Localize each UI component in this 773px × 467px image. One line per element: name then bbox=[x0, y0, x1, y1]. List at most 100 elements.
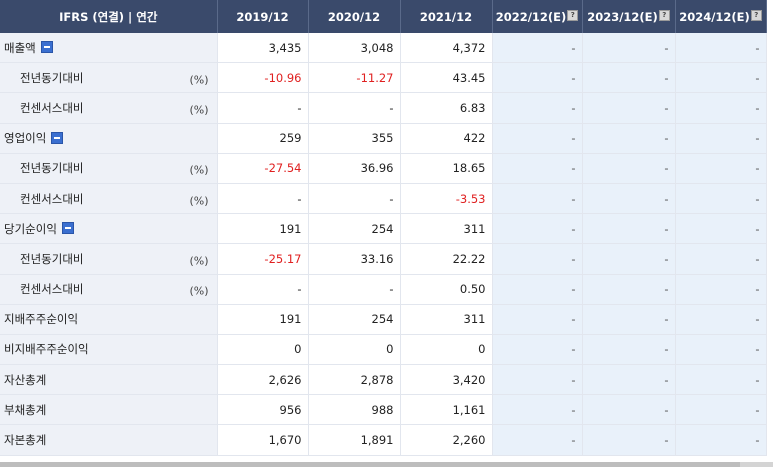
value-cell: 2,878 bbox=[308, 364, 401, 396]
column-header-2021: 2021/12 bbox=[400, 0, 493, 33]
table-row: 자본총계 1,670 1,891 2,260- - - bbox=[0, 424, 767, 456]
value-cell: 3,435 bbox=[217, 33, 309, 64]
row-label: 당기순이익 bbox=[4, 221, 57, 236]
help-icon[interactable]: ? bbox=[750, 9, 762, 21]
value-cell: - bbox=[308, 92, 401, 124]
horizontal-scrollbar[interactable] bbox=[0, 462, 773, 467]
row-label: 전년동기대비 bbox=[20, 251, 84, 266]
estimate-value-cell: - bbox=[675, 153, 767, 184]
column-header-2023e: 2023/12(E)? bbox=[582, 0, 676, 33]
value-cell: 191 bbox=[217, 213, 309, 245]
estimate-value-cell: - bbox=[492, 153, 583, 184]
value-cell: -27.54 bbox=[217, 153, 309, 184]
table-row: 전년동기대비 (%) -10.96 -11.27 43.45- - - bbox=[0, 62, 767, 94]
estimate-value-cell: - bbox=[582, 123, 676, 154]
value-cell: 33.16 bbox=[308, 243, 401, 275]
value-cell: -11.27 bbox=[308, 62, 401, 94]
table-row: 당기순이익 191 254 311- - - bbox=[0, 213, 767, 245]
collapse-icon[interactable] bbox=[51, 131, 64, 144]
value-cell: 2,626 bbox=[217, 364, 309, 396]
table-row: 부채총계 956 988 1,161- - - bbox=[0, 394, 767, 426]
help-icon[interactable]: ? bbox=[658, 9, 670, 21]
value-cell: 18.65 bbox=[400, 153, 493, 184]
collapse-icon[interactable] bbox=[40, 41, 53, 54]
estimate-value-cell: - bbox=[675, 424, 767, 456]
estimate-value-cell: - bbox=[675, 33, 767, 64]
row-label-cell: 전년동기대비 (%) bbox=[0, 243, 218, 275]
scrollbar-thumb[interactable] bbox=[0, 462, 740, 467]
column-header-2024e: 2024/12(E)? bbox=[675, 0, 767, 33]
header-row: IFRS (연결) | 연간 2019/12 2020/12 2021/12 2… bbox=[0, 0, 767, 33]
value-cell: 22.22 bbox=[400, 243, 493, 275]
value-cell: 254 bbox=[308, 213, 401, 245]
value-cell: - bbox=[217, 92, 309, 124]
value-cell: 43.45 bbox=[400, 62, 493, 94]
value-cell: 988 bbox=[308, 394, 401, 426]
estimate-value-cell: - bbox=[675, 123, 767, 154]
row-label-cell: 컨센서스대비 (%) bbox=[0, 183, 218, 215]
table-row: 컨센서스대비 (%) - -0.50- - - bbox=[0, 274, 767, 305]
estimate-value-cell: - bbox=[582, 213, 676, 245]
estimate-value-cell: - bbox=[582, 243, 676, 275]
unit-label: (%) bbox=[189, 284, 209, 298]
row-label-cell: 자산총계 bbox=[0, 364, 218, 396]
collapse-icon[interactable] bbox=[61, 222, 74, 235]
table-row: 컨센서스대비 (%) - -6.83- - - bbox=[0, 92, 767, 124]
estimate-value-cell: - bbox=[675, 183, 767, 215]
estimate-value-cell: - bbox=[582, 334, 676, 366]
estimate-value-cell: - bbox=[582, 62, 676, 94]
value-cell: - bbox=[308, 274, 401, 305]
value-cell: 1,161 bbox=[400, 394, 493, 426]
column-header-2020: 2020/12 bbox=[308, 0, 401, 33]
value-cell: 0 bbox=[400, 334, 493, 366]
estimate-value-cell: - bbox=[492, 183, 583, 215]
row-label-cell: 컨센서스대비 (%) bbox=[0, 92, 218, 124]
estimate-value-cell: - bbox=[492, 364, 583, 396]
estimate-value-cell: - bbox=[675, 334, 767, 366]
row-label: 컨센서스대비 bbox=[20, 100, 84, 115]
help-icon[interactable]: ? bbox=[567, 9, 579, 21]
estimate-value-cell: - bbox=[492, 424, 583, 456]
estimate-value-cell: - bbox=[492, 213, 583, 245]
estimate-value-cell: - bbox=[492, 33, 583, 64]
value-cell: - bbox=[217, 183, 309, 215]
table-row: 전년동기대비 (%) -25.17 33.16 22.22- - - bbox=[0, 243, 767, 275]
estimate-value-cell: - bbox=[675, 62, 767, 94]
value-cell: 0.50 bbox=[400, 274, 493, 305]
value-cell: 0 bbox=[217, 334, 309, 366]
row-label-cell: 자본총계 bbox=[0, 424, 218, 456]
table-row: 영업이익 259 355 422- - - bbox=[0, 123, 767, 154]
value-cell: 3,420 bbox=[400, 364, 493, 396]
row-label-cell: 당기순이익 bbox=[0, 213, 218, 245]
table-row: 매출액 3,435 3,048 4,372- - - bbox=[0, 33, 767, 64]
value-cell: 0 bbox=[308, 334, 401, 366]
row-label-cell: 영업이익 bbox=[0, 123, 218, 154]
value-cell: 259 bbox=[217, 123, 309, 154]
estimate-value-cell: - bbox=[582, 394, 676, 426]
row-label: 자산총계 bbox=[4, 372, 47, 387]
unit-label: (%) bbox=[189, 254, 209, 268]
estimate-value-cell: - bbox=[675, 92, 767, 124]
value-cell: 254 bbox=[308, 304, 401, 335]
value-cell: 191 bbox=[217, 304, 309, 335]
value-cell: 1,891 bbox=[308, 424, 401, 456]
estimate-value-cell: - bbox=[582, 92, 676, 124]
column-header-2019: 2019/12 bbox=[217, 0, 309, 33]
period-type-header: IFRS (연결) | 연간 bbox=[0, 0, 218, 33]
row-label: 자본총계 bbox=[4, 433, 47, 448]
value-cell: 355 bbox=[308, 123, 401, 154]
row-label: 매출액 bbox=[4, 40, 36, 55]
estimate-value-cell: - bbox=[492, 274, 583, 305]
value-cell: - bbox=[217, 274, 309, 305]
estimate-value-cell: - bbox=[582, 364, 676, 396]
row-label: 컨센서스대비 bbox=[20, 191, 84, 206]
table-row: 지배주주순이익 191 254 311- - - bbox=[0, 304, 767, 335]
unit-label: (%) bbox=[189, 73, 209, 87]
value-cell: -25.17 bbox=[217, 243, 309, 275]
value-cell: 36.96 bbox=[308, 153, 401, 184]
estimate-value-cell: - bbox=[582, 274, 676, 305]
table-row: 컨센서스대비 (%) - - -3.53- - - bbox=[0, 183, 767, 215]
value-cell: - bbox=[308, 183, 401, 215]
row-label: 전년동기대비 bbox=[20, 161, 84, 176]
row-label-cell: 전년동기대비 (%) bbox=[0, 62, 218, 94]
